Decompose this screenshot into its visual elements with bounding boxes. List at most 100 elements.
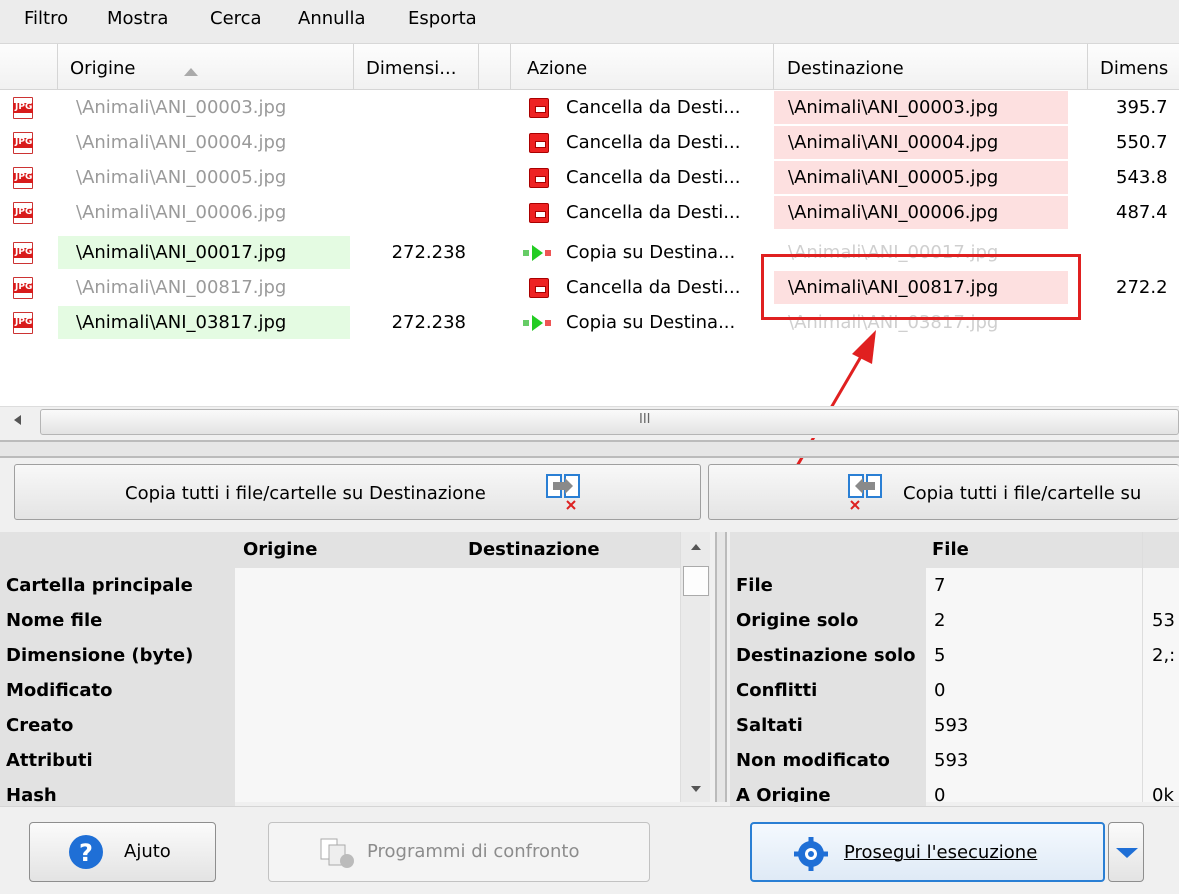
column-header-origin[interactable]: Origine (70, 58, 135, 79)
scroll-down-icon[interactable] (691, 786, 701, 792)
stat-label: Non modificato (736, 750, 890, 771)
props-header-origin: Origine (243, 539, 318, 560)
menu-annulla[interactable]: Annulla (298, 8, 366, 29)
jpg-file-icon: JPG (13, 97, 33, 119)
compare-programs-label: Programmi di confronto (367, 841, 580, 862)
action-cell: Cancella da Desti... (566, 202, 741, 223)
dest-size-cell: 487.4 (1116, 202, 1168, 223)
origin-cell: \Animali\ANI_00004.jpg (76, 132, 287, 153)
stat-value: 593 (934, 750, 969, 771)
origin-cell: \Animali\ANI_00005.jpg (76, 167, 287, 188)
copy-right-icon (520, 313, 554, 333)
action-cell: Copia su Destina... (566, 242, 736, 263)
dest-size-cell (1090, 306, 1179, 339)
table-header: Origine Dimensi... Azione Destinazione D… (0, 44, 1179, 90)
table-row[interactable]: JPG \Animali\ANI_00006.jpg Cancella da D… (0, 196, 1179, 230)
scroll-left-icon[interactable] (14, 415, 21, 425)
menu-mostra[interactable]: Mostra (107, 8, 168, 29)
destination-cell: \Animali\ANI_00005.jpg (774, 161, 1068, 194)
stats-grid: File File 7 Origine solo 2 53 Destinazio… (730, 532, 1179, 808)
destination-cell: \Animali\ANI_00006.jpg (774, 196, 1068, 229)
sort-ascending-icon (184, 68, 198, 76)
highlight-box (761, 254, 1081, 320)
stat-extra: 2,: (1152, 645, 1176, 666)
stat-value: 593 (934, 715, 969, 736)
column-header-action[interactable]: Azione (527, 58, 587, 79)
stat-value: 7 (934, 575, 946, 596)
help-label: Ajuto (124, 841, 171, 862)
stat-label: A Origine (736, 785, 831, 802)
column-header-destination[interactable]: Destinazione (787, 58, 904, 79)
gear-icon (794, 837, 828, 871)
prop-label: Hash (6, 785, 57, 802)
stat-extra: 0k (1152, 785, 1174, 802)
stats-header-file: File (932, 539, 969, 560)
menu-esporta[interactable]: Esporta (408, 8, 477, 29)
table-row[interactable]: JPG \Animali\ANI_00003.jpg Cancella da D… (0, 91, 1179, 125)
vertical-splitter[interactable] (715, 532, 727, 802)
scroll-up-icon[interactable] (691, 544, 701, 550)
prop-label: Cartella principale (6, 575, 193, 596)
svg-text:?: ? (79, 839, 93, 867)
annotation-arrow (788, 330, 876, 479)
table-row[interactable]: JPG \Animali\ANI_00004.jpg Cancella da D… (0, 126, 1179, 160)
prop-label: Dimensione (byte) (6, 645, 194, 666)
stat-value: 0 (934, 785, 946, 802)
scrollbar-thumb[interactable]: III (40, 409, 1179, 435)
column-header-dest-size[interactable]: Dimens (1100, 58, 1168, 79)
size-cell: 272.238 (391, 312, 466, 333)
copy-to-origin-button[interactable]: Copia tutti i file/cartelle su (708, 464, 1179, 520)
scrollbar-thumb[interactable] (683, 566, 709, 596)
prop-label: Modificato (6, 680, 113, 701)
stat-value: 2 (934, 610, 946, 631)
origin-cell: \Animali\ANI_03817.jpg (58, 306, 350, 339)
scrollbar-grip: III (639, 412, 651, 427)
copy-to-destination-label: Copia tutti i file/cartelle su Destinazi… (125, 483, 486, 504)
jpg-file-icon: JPG (13, 167, 33, 189)
help-button[interactable]: ? Ajuto (29, 822, 216, 882)
stats-header: File (730, 532, 1179, 568)
continue-execution-button[interactable]: Prosegui l'esecuzione (750, 822, 1105, 882)
copy-to-destination-button[interactable]: Copia tutti i file/cartelle su Destinazi… (14, 464, 701, 520)
properties-grid: Origine Destinazione Cartella principale… (0, 532, 680, 808)
column-header-size[interactable]: Dimensi... (366, 58, 456, 79)
menu-bar: Filtro Mostra Cerca Annulla Esporta (0, 0, 1179, 44)
prop-label: Nome file (6, 610, 103, 631)
stat-value: 5 (934, 645, 946, 666)
action-cell: Cancella da Desti... (566, 167, 741, 188)
compare-programs-button[interactable]: Programmi di confronto (268, 822, 650, 882)
jpg-file-icon: JPG (13, 132, 33, 154)
compare-programs-icon (320, 838, 354, 868)
continue-dropdown-button[interactable] (1108, 822, 1144, 882)
delete-icon (529, 203, 549, 223)
destination-cell: \Animali\ANI_00003.jpg (774, 91, 1068, 124)
jpg-file-icon: JPG (13, 242, 33, 264)
jpg-file-icon: JPG (13, 312, 33, 334)
props-header-destination: Destinazione (468, 539, 600, 560)
stat-extra: 53 (1152, 610, 1175, 631)
jpg-file-icon: JPG (13, 277, 33, 299)
chevron-down-icon (1116, 848, 1138, 858)
properties-vertical-scrollbar[interactable] (680, 532, 710, 802)
action-cell: Cancella da Desti... (566, 277, 741, 298)
origin-cell: \Animali\ANI_00006.jpg (76, 202, 287, 223)
delete-icon (529, 98, 549, 118)
stat-label: Origine solo (736, 610, 859, 631)
menu-cerca[interactable]: Cerca (210, 8, 262, 29)
dest-size-cell: 543.8 (1116, 167, 1168, 188)
origin-cell: \Animali\ANI_00017.jpg (58, 236, 350, 269)
table-row[interactable]: JPG \Animali\ANI_00005.jpg Cancella da D… (0, 161, 1179, 195)
menu-filtro[interactable]: Filtro (24, 8, 68, 29)
jpg-file-icon: JPG (13, 202, 33, 224)
dest-size-cell: 272.2 (1116, 277, 1168, 298)
stat-label: Conflitti (736, 680, 818, 701)
dest-size-cell (1090, 236, 1179, 269)
continue-execution-label: Prosegui l'esecuzione (844, 842, 1038, 863)
stat-label: Saltati (736, 715, 803, 736)
splitter[interactable] (0, 440, 1179, 458)
copy-folder-right-icon (546, 474, 580, 510)
action-cell: Cancella da Desti... (566, 97, 741, 118)
horizontal-scrollbar[interactable]: III (0, 406, 1179, 438)
delete-icon (529, 168, 549, 188)
help-icon: ? (69, 835, 103, 869)
